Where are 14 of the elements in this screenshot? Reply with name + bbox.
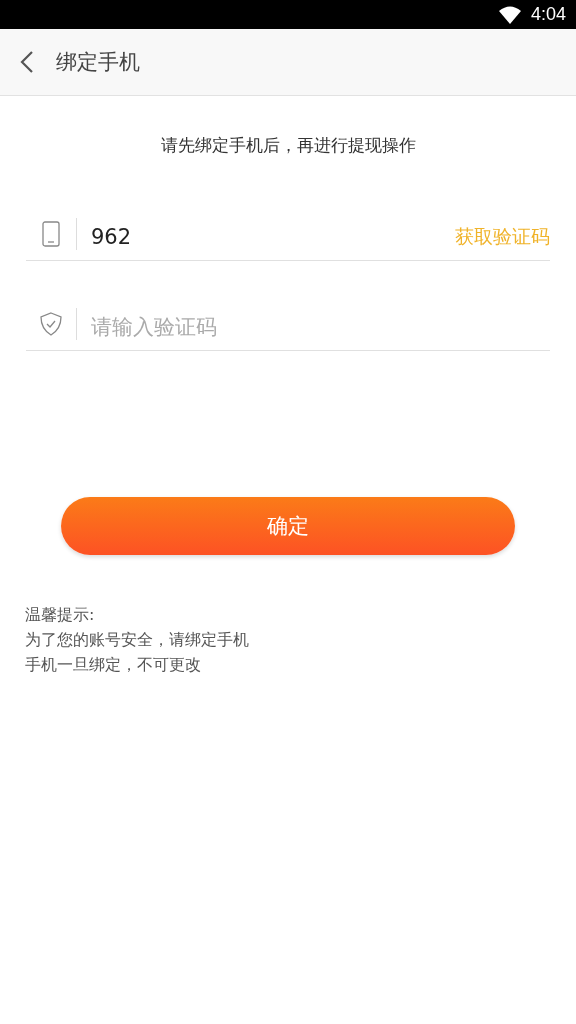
tip-text: 为了您的账号安全，请绑定手机 [25,630,250,651]
confirm-button[interactable]: 确定 [61,497,515,555]
status-time: 4:04 [530,4,566,25]
intro-text: 请先绑定手机后，再进行提现操作 [159,134,417,157]
phone-input[interactable]: 962 [89,224,455,250]
tip-text: 手机一旦绑定，不可更改 [25,655,202,676]
page-title: 绑定手机 [56,49,140,76]
get-code-button[interactable]: 获取验证码 [455,224,550,250]
code-input[interactable]: 请输入验证码 [89,314,550,340]
wifi-icon [498,5,521,24]
back-button[interactable] [20,50,34,74]
phone-icon [42,221,60,247]
shield-icon [40,312,62,336]
tip-text: 温馨提示: [25,605,96,626]
